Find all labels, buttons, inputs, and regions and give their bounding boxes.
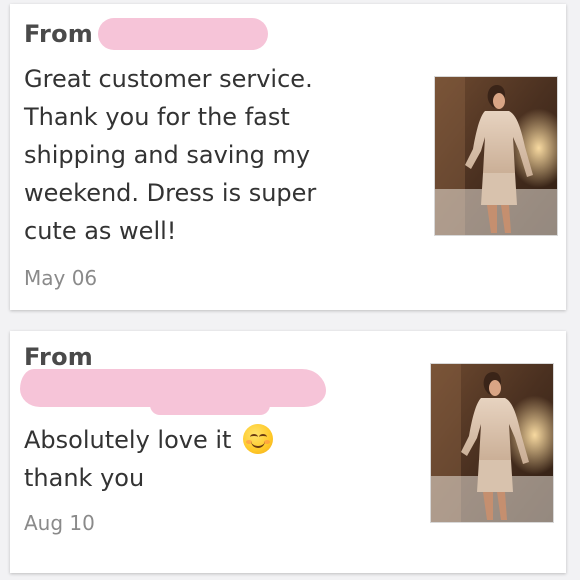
redacted-reviewer-name	[98, 18, 268, 50]
review-card: From Absolutely love it thank you Aug 10	[10, 331, 566, 573]
redacted-reviewer-name	[20, 369, 326, 415]
from-label: From	[24, 20, 93, 48]
review-text: Great customer service. Thank you for th…	[24, 65, 317, 245]
product-photo-thumbnail[interactable]	[434, 76, 558, 236]
review-date: Aug 10	[24, 511, 95, 535]
product-photo-image	[435, 77, 557, 235]
smiling-face-emoji-icon	[243, 424, 274, 454]
product-photo-thumbnail[interactable]	[430, 363, 554, 523]
review-card: From Great customer service. Thank you f…	[10, 4, 566, 310]
from-label: From	[24, 343, 93, 371]
review-text-line: Absolutely love it	[24, 426, 232, 454]
review-text: Absolutely love it thank you	[24, 421, 424, 497]
review-date: May 06	[24, 266, 98, 290]
review-text-line: thank you	[24, 464, 145, 492]
product-photo-image	[431, 364, 553, 522]
